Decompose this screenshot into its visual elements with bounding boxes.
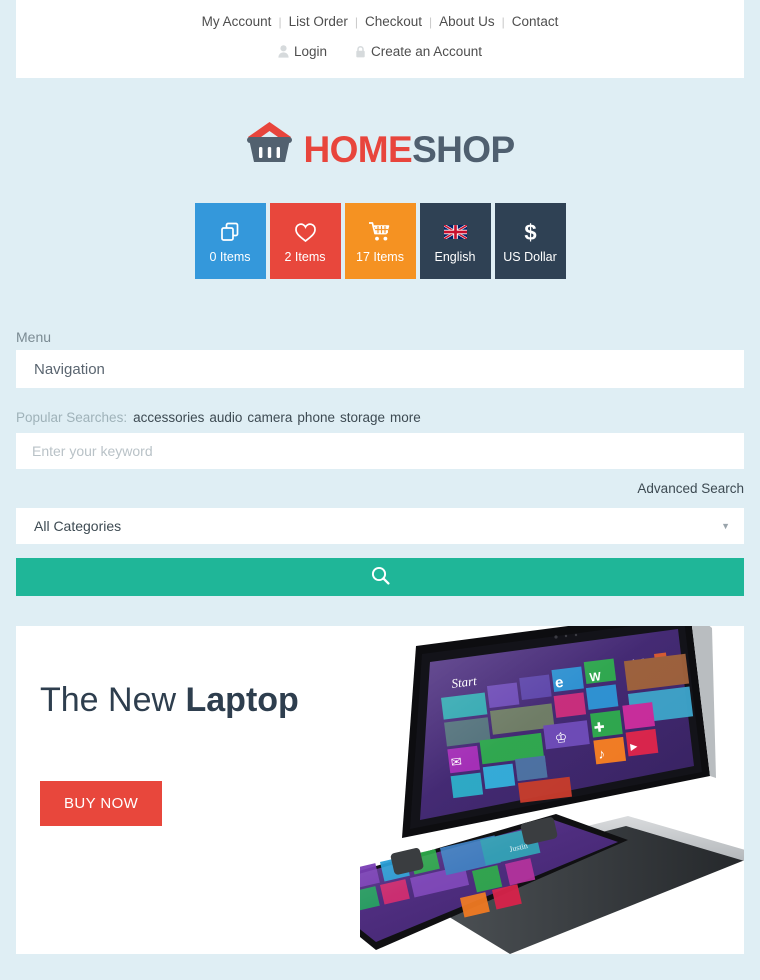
site-logo[interactable]: HOMESHOP — [0, 78, 760, 175]
wishlist-tile[interactable]: 2 Items — [269, 203, 341, 279]
svg-text:$: $ — [524, 220, 536, 244]
top-link-about-us[interactable]: About Us — [432, 14, 502, 29]
cart-tile-label: 17 Items — [356, 250, 404, 264]
top-link-list-order[interactable]: List Order — [282, 14, 355, 29]
hero-title-bold: Laptop — [185, 681, 299, 719]
currency-tile-label: US Dollar — [503, 250, 557, 264]
hero-banner: Justin Start Justin — [16, 626, 744, 954]
login-link-label: Login — [293, 44, 327, 59]
quick-info-tiles: 0 Items 2 Items 17 Items English $ US Do… — [0, 203, 760, 279]
search-input[interactable] — [16, 433, 744, 469]
create-account-link[interactable]: Create an Account — [355, 42, 482, 64]
dollar-icon: $ — [522, 218, 539, 246]
menu-label: Menu — [16, 329, 52, 345]
lock-icon — [355, 44, 366, 64]
chevron-down-icon: ▼ — [721, 521, 730, 531]
navigation-dropdown[interactable]: Navigation — [16, 350, 744, 388]
uk-flag-icon — [443, 218, 467, 246]
top-nav-links: My Account | List Order | Checkout | About Us |… — [16, 10, 744, 34]
navigation-dropdown-label: Navigation — [34, 360, 105, 378]
popular-term-camera[interactable]: camera — [247, 410, 292, 425]
search-icon — [371, 566, 390, 588]
currency-tile[interactable]: $ US Dollar — [494, 203, 566, 279]
popular-searches: Popular Searches: accessories audio camera p… — [16, 410, 744, 425]
compare-tile[interactable]: 0 Items — [194, 203, 266, 279]
advanced-search-row: Advanced Search — [16, 481, 744, 496]
popular-term-more[interactable]: more — [390, 410, 421, 425]
logo-text-shop: SHOP — [412, 129, 515, 171]
language-tile-label: English — [434, 250, 476, 264]
top-link-my-account[interactable]: My Account — [195, 14, 279, 29]
laptop-artwork: Justin Start Justin — [300, 626, 744, 954]
popular-term-audio[interactable]: audio — [209, 410, 242, 425]
cart-tile[interactable]: 17 Items — [344, 203, 416, 279]
basket-house-icon — [245, 120, 294, 169]
buy-now-button[interactable]: BUY NOW — [40, 781, 163, 827]
category-select-value: All Categories — [34, 518, 122, 534]
hero-title-regular: The New — [40, 681, 186, 719]
login-link[interactable]: Login — [278, 42, 327, 64]
logo-text: HOMESHOP — [303, 129, 515, 171]
hero-title: The New Laptop — [40, 681, 299, 719]
wishlist-tile-label: 2 Items — [284, 250, 326, 264]
compare-icon — [219, 218, 241, 246]
user-icon — [278, 44, 289, 64]
popular-term-phone[interactable]: phone — [297, 410, 335, 425]
category-select[interactable]: All Categories ▼ — [16, 508, 744, 544]
language-tile[interactable]: English — [419, 203, 491, 279]
popular-term-accessories[interactable]: accessories — [133, 410, 204, 425]
popular-searches-label: Popular Searches: — [16, 410, 128, 425]
top-utility-bar: My Account | List Order | Checkout | About Us |… — [16, 0, 744, 78]
logo-text-home: HOME — [303, 129, 413, 171]
page-root: My Account | List Order | Checkout | About Us |… — [0, 0, 760, 980]
compare-tile-label: 0 Items — [209, 250, 251, 264]
search-button[interactable] — [16, 558, 744, 596]
create-account-link-label: Create an Account — [370, 44, 483, 59]
top-link-contact[interactable]: Contact — [505, 14, 566, 29]
popular-term-storage[interactable]: storage — [340, 410, 385, 425]
top-link-checkout[interactable]: Checkout — [358, 14, 429, 29]
cart-icon — [368, 218, 393, 246]
heart-icon — [294, 218, 317, 246]
account-links-row: Login Create an Account — [16, 42, 744, 64]
main-container: Menu Navigation Popular Searches: accesso… — [16, 329, 744, 954]
advanced-search-link[interactable]: Advanced Search — [637, 481, 744, 496]
hero-banner-text: The New Laptop BUY NOW — [40, 681, 299, 827]
logo-inner: HOMESHOP — [245, 120, 515, 171]
